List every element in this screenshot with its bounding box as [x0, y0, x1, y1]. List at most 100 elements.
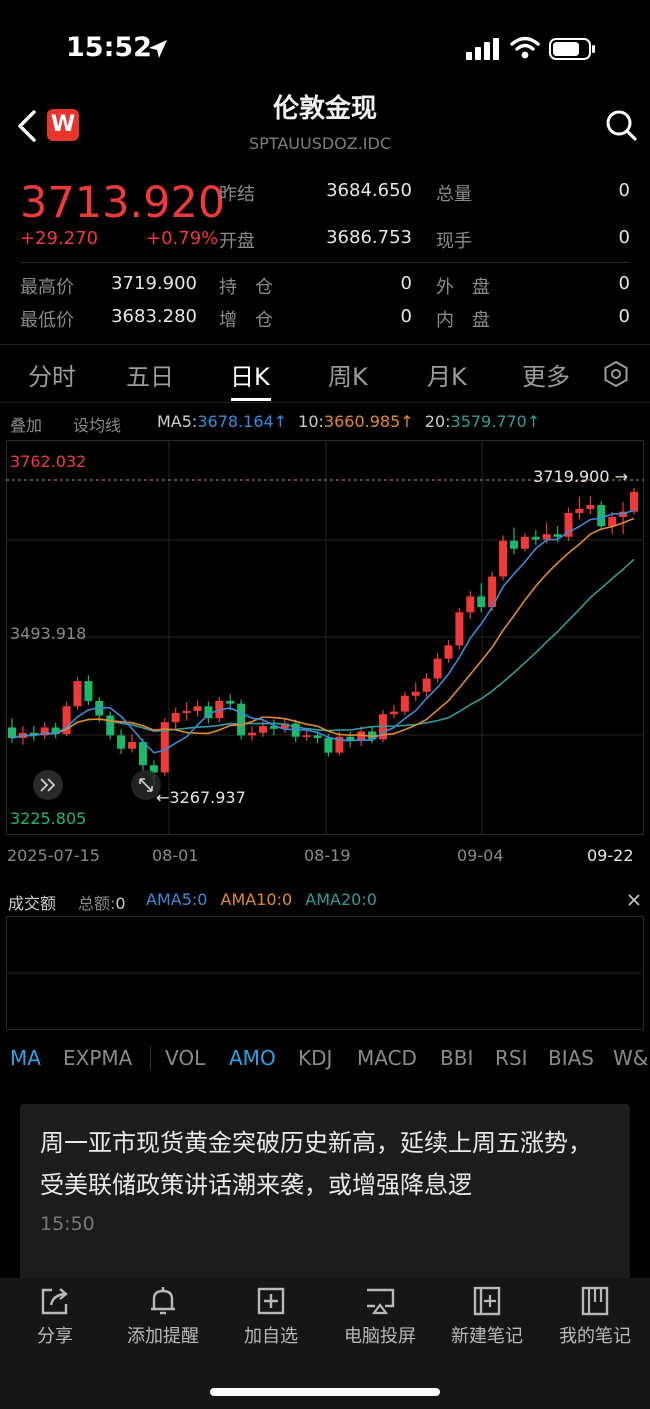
overlay-button[interactable]: 叠加 [10, 412, 42, 436]
page-subtitle: SPTAUUSDOZ.IDC [248, 134, 392, 153]
add-alert-label: 添加提醒 [127, 1326, 199, 1347]
ama20-value: 0 [366, 890, 377, 909]
y-mid-label: 3493.918 [10, 624, 86, 643]
candle-body [389, 711, 398, 715]
search-icon[interactable] [604, 108, 638, 142]
close-icon[interactable] [626, 892, 642, 908]
expand-chevrons-icon[interactable] [33, 770, 63, 800]
turnover-total-label: 总额: [78, 894, 116, 913]
add-position-value: 0 [400, 306, 412, 327]
indicator-tab-rsi[interactable]: RSI [495, 1046, 528, 1070]
low-value: 3683.280 [111, 306, 197, 327]
tab-more[interactable]: 更多 [522, 357, 570, 392]
new-note-label: 新建笔记 [451, 1326, 523, 1347]
candle-body [597, 505, 606, 527]
fullscreen-arrows-icon[interactable] [131, 770, 161, 800]
candle-body [73, 681, 82, 707]
set-ma-button[interactable]: 设均线 [73, 412, 121, 436]
candle-body [8, 727, 16, 739]
candle-body [630, 491, 638, 512]
ma5-line [11, 509, 635, 754]
screen-cast-label: 电脑投屏 [344, 1326, 416, 1347]
candle-body [466, 596, 475, 613]
price-change-pct: +0.79% [146, 228, 219, 249]
share-button[interactable]: 分享 [0, 1284, 110, 1348]
share-label: 分享 [37, 1326, 73, 1347]
tab-intraday[interactable]: 分时 [28, 357, 76, 392]
bell-icon [151, 1287, 175, 1315]
last-price: 3713.920 [20, 178, 226, 228]
battery-icon [549, 38, 595, 60]
candle-body [193, 706, 202, 711]
ama10-value: 0 [282, 890, 293, 909]
candle-body [477, 596, 486, 607]
candle-body [520, 536, 529, 549]
current-hand-value: 0 [618, 227, 630, 248]
candle-body [499, 540, 508, 577]
ma5-label: MA5: [157, 412, 198, 431]
outer-label: 外 盘 [436, 277, 490, 298]
indicator-divider [150, 1046, 151, 1070]
ama20-label: AMA20: [305, 890, 367, 909]
indicator-tab-amo[interactable]: AMO [229, 1046, 276, 1070]
candle-body [586, 505, 595, 510]
ma20-line [11, 558, 635, 739]
tabs-bottom-divider [0, 402, 650, 403]
tab-monthly-k[interactable]: 月K [427, 357, 467, 392]
active-tab-underline [231, 398, 271, 401]
share-icon [41, 1288, 68, 1315]
status-time: 15:52 [66, 32, 152, 63]
candle-body [313, 735, 322, 739]
turnover-total-value: 0 [115, 894, 126, 913]
y-max-label: 3762.032 [10, 452, 86, 471]
candle-body [422, 678, 431, 692]
news-time: 15:50 [40, 1213, 95, 1235]
indicator-tab-bbi[interactable]: BBI [440, 1046, 473, 1070]
ma20-label: 20: [424, 412, 451, 431]
y-min-label: 3225.805 [10, 809, 86, 828]
candle-body [455, 612, 464, 646]
tab-five-day[interactable]: 五日 [126, 357, 174, 392]
news-headline[interactable]: 周一亚市现货黄金突破历史新高，延续上周五涨势，受美联储政策讲话潮来袭，或增强降息… [40, 1122, 610, 1206]
inner-value: 0 [618, 306, 630, 327]
x-tick-label-4: 09-04 [457, 846, 504, 865]
x-tick-label-3: 08-19 [304, 846, 351, 865]
screen-cast-button[interactable]: 电脑投屏 [325, 1284, 435, 1348]
ma10-label: 10: [298, 412, 324, 431]
notebook-icon [581, 1286, 609, 1316]
indicator-tab-ma[interactable]: MA [10, 1046, 41, 1070]
settings-hexagon-icon[interactable] [602, 360, 630, 388]
candle-body [302, 735, 311, 737]
candle-body [248, 732, 257, 736]
current-hand-label: 现手 [436, 231, 472, 252]
add-watchlist-button[interactable]: 加自选 [216, 1284, 326, 1348]
candle-body [542, 534, 551, 540]
candle-body [237, 703, 246, 736]
x-tick-label-2: 08-01 [152, 846, 199, 865]
candle-body [444, 645, 453, 659]
candle-body [128, 742, 137, 749]
tab-daily-k[interactable]: 日K [230, 357, 270, 392]
candle-body [324, 738, 333, 753]
ama5-value: 0 [197, 890, 208, 909]
prev-close-label: 昨结 [219, 184, 255, 205]
add-position-label: 增 仓 [219, 310, 273, 331]
indicator-tab-expma[interactable]: EXPMA [63, 1046, 132, 1070]
add-alert-button[interactable]: 添加提醒 [108, 1284, 218, 1348]
x-tick-label-1: 2025-07-15 [7, 846, 100, 865]
indicator-tab-wr[interactable]: W& [613, 1046, 650, 1070]
indicator-tab-bias[interactable]: BIAS [548, 1046, 594, 1070]
tab-weekly-k[interactable]: 周K [328, 357, 368, 392]
low-label: 最低价 [20, 310, 74, 331]
indicator-tab-macd[interactable]: MACD [357, 1046, 417, 1070]
ma10-value: 3660.985↑ [323, 412, 414, 431]
inner-label: 内 盘 [436, 310, 490, 331]
new-note-button[interactable]: 新建笔记 [432, 1284, 542, 1348]
price-change: +29.270 [20, 228, 99, 249]
my-notes-button[interactable]: 我的笔记 [540, 1284, 650, 1348]
cellular-signal-icon [466, 38, 499, 60]
indicator-tab-kdj[interactable]: KDJ [298, 1046, 332, 1070]
indicator-tab-vol[interactable]: VOL [165, 1046, 205, 1070]
candlestick-chart[interactable]: 3762.032 3493.918 3225.805 3719.900 → ←3… [6, 440, 644, 835]
high-value: 3719.900 [111, 273, 197, 294]
